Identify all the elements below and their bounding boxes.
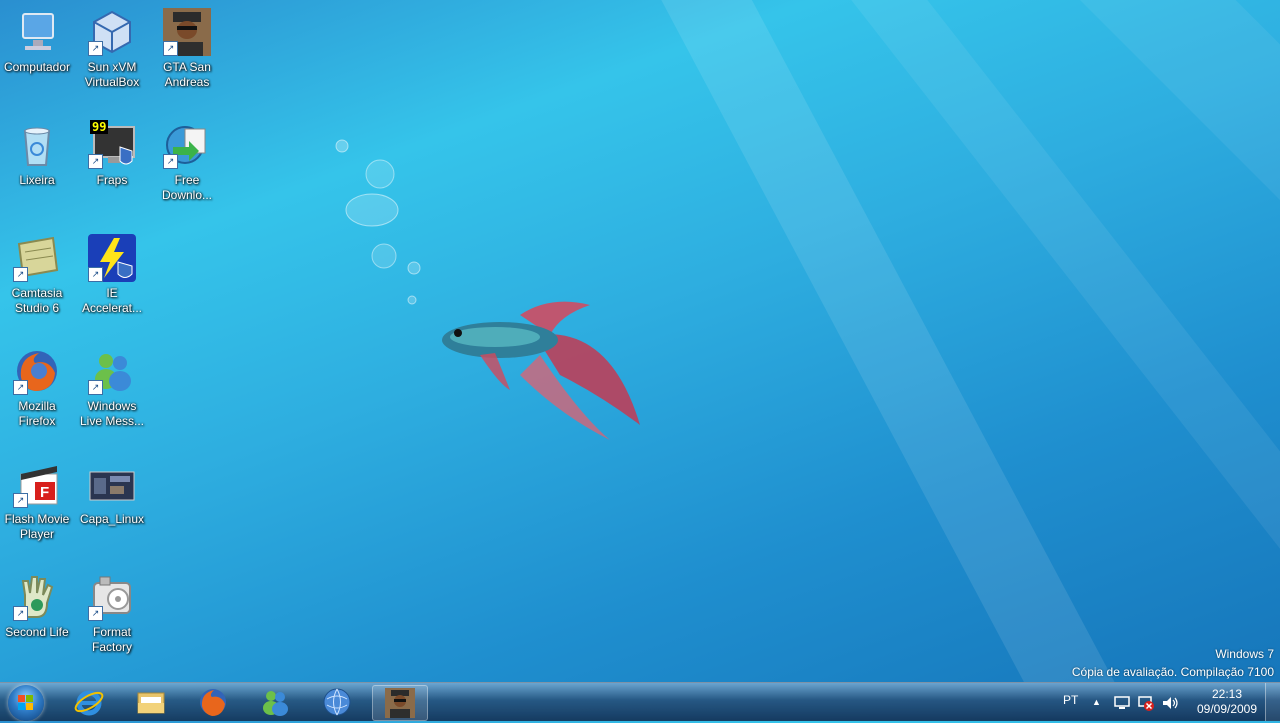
tray-monitor-icon[interactable] <box>1114 695 1130 711</box>
desktop-icon-virtualbox[interactable]: ↗ Sun xVM VirtualBox <box>75 8 149 90</box>
desktop-icon-computador[interactable]: Computador <box>0 8 74 75</box>
language-indicator[interactable]: PT <box>1063 683 1078 721</box>
desktop-icon-flash-movie-player[interactable]: F ↗ Flash Movie Player <box>0 460 74 542</box>
icon-label: GTA San Andreas <box>163 60 211 89</box>
icon-label: Free Downlo... <box>161 173 213 202</box>
shortcut-arrow-icon: ↗ <box>88 41 103 56</box>
shortcut-arrow-icon: ↗ <box>163 41 178 56</box>
messenger-icon <box>260 687 290 717</box>
flash-player-icon: F ↗ <box>13 460 61 508</box>
desktop-icon-fraps[interactable]: 99 ↗ Fraps <box>75 120 149 188</box>
desktop-icon-camtasia[interactable]: ↗ Camtasia Studio 6 <box>0 234 74 316</box>
icon-label: Mozilla Firefox <box>18 399 56 428</box>
internet-explorer-icon <box>74 687 104 717</box>
taskbar-network[interactable] <box>310 685 364 719</box>
shortcut-arrow-icon: ↗ <box>88 380 103 395</box>
shortcut-arrow-icon: ↗ <box>13 606 28 621</box>
windows-start-icon <box>18 695 34 711</box>
icon-label: Capa_Linux <box>79 512 145 526</box>
shortcut-arrow-icon: ↗ <box>88 154 103 169</box>
desktop-icon-capa-linux[interactable]: Capa_Linux <box>75 460 149 527</box>
recycle-bin-icon <box>13 121 61 169</box>
icon-label: Lixeira <box>19 173 55 187</box>
icon-label: Sun xVM VirtualBox <box>84 60 140 89</box>
icon-label: Camtasia Studio 6 <box>11 286 63 315</box>
icon-label: Windows Live Mess... <box>79 399 145 428</box>
shortcut-arrow-icon: ↗ <box>13 493 28 508</box>
clock-date: 09/09/2009 <box>1196 702 1258 716</box>
network-error-icon[interactable] <box>1138 695 1154 711</box>
windows-edition-text: Windows 7 <box>1215 647 1274 661</box>
desktop-icon-ie-accelerator[interactable]: ↗ IE Accelerat... <box>75 234 149 316</box>
taskbar-windows-explorer[interactable] <box>124 685 178 719</box>
windows-explorer-icon <box>136 687 166 717</box>
taskbar: PT ▲ 22:13 09/09/2009 <box>0 682 1280 721</box>
camtasia-icon: ↗ <box>13 234 61 282</box>
desktop-icon-second-life[interactable]: ↗ Second Life <box>0 573 74 640</box>
icon-label: Flash Movie Player <box>4 512 70 541</box>
virtualbox-icon: ↗ <box>88 8 136 56</box>
firefox-icon <box>198 687 228 717</box>
evaluation-copy-text: Cópia de avaliação. Compilação 7100 <box>1071 665 1274 679</box>
icon-label: Fraps <box>96 173 128 187</box>
image-file-icon <box>88 460 136 508</box>
show-hidden-icons-button[interactable]: ▲ <box>1092 683 1101 721</box>
desktop-icon-free-download[interactable]: ↗ Free Downlo... <box>150 121 224 203</box>
gta-icon <box>385 688 415 718</box>
format-factory-icon: ↗ <box>88 573 136 621</box>
start-button[interactable] <box>8 685 44 721</box>
desktop[interactable]: Computador ↗ Sun xVM VirtualBox ↗ GTA Sa… <box>0 0 1280 682</box>
icon-label: IE Accelerat... <box>81 286 143 315</box>
taskbar-gta[interactable] <box>372 685 428 721</box>
clock[interactable]: 22:13 09/09/2009 <box>1192 683 1262 721</box>
shortcut-arrow-icon: ↗ <box>163 154 178 169</box>
fraps-icon: 99 ↗ <box>88 120 136 169</box>
shortcut-arrow-icon: ↗ <box>88 267 103 282</box>
betta-fish-wallpaper <box>442 301 640 440</box>
free-download-icon: ↗ <box>163 121 211 169</box>
shortcut-arrow-icon: ↗ <box>88 606 103 621</box>
firefox-icon: ↗ <box>13 347 61 395</box>
taskbar-internet-explorer[interactable] <box>62 685 116 719</box>
network-globe-icon <box>322 687 352 717</box>
ie-accelerator-icon: ↗ <box>88 234 136 282</box>
bubbles <box>335 139 421 305</box>
light-ray <box>640 0 1134 682</box>
taskbar-messenger[interactable] <box>248 685 302 719</box>
svg-text:F: F <box>40 484 49 501</box>
icon-label: Format Factory <box>91 625 132 654</box>
volume-icon[interactable] <box>1161 695 1179 711</box>
second-life-icon: ↗ <box>13 573 61 621</box>
messenger-icon: ↗ <box>88 347 136 395</box>
shortcut-arrow-icon: ↗ <box>13 267 28 282</box>
desktop-icon-lixeira[interactable]: Lixeira <box>0 121 74 188</box>
icon-label: Second Life <box>5 625 69 639</box>
show-desktop-button[interactable] <box>1265 683 1280 721</box>
shortcut-arrow-icon: ↗ <box>13 380 28 395</box>
desktop-icon-firefox[interactable]: ↗ Mozilla Firefox <box>0 347 74 429</box>
computer-icon <box>13 8 61 56</box>
desktop-icon-format-factory[interactable]: ↗ Format Factory <box>75 573 149 655</box>
clock-time: 22:13 <box>1211 687 1243 701</box>
desktop-icon-messenger[interactable]: ↗ Windows Live Mess... <box>75 347 149 429</box>
desktop-icon-gta[interactable]: ↗ GTA San Andreas <box>150 8 224 90</box>
fraps-badge: 99 <box>90 120 109 134</box>
icon-label: Computador <box>3 60 71 74</box>
taskbar-firefox[interactable] <box>186 685 240 719</box>
gta-icon: ↗ <box>163 8 211 56</box>
